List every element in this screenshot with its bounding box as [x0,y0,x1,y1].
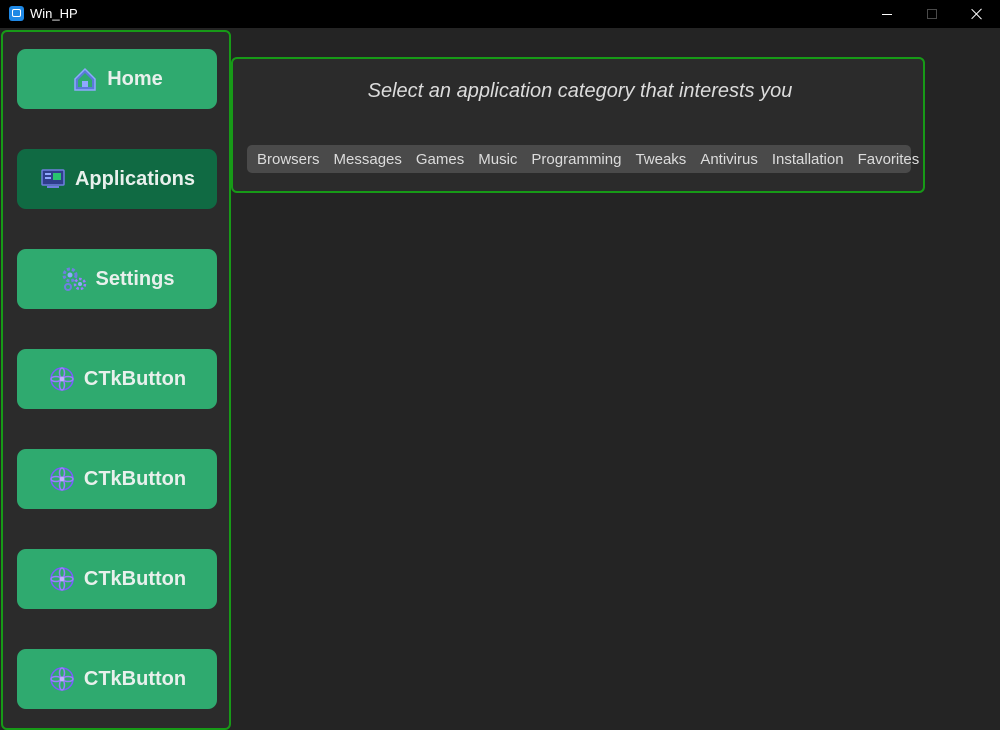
minimize-button[interactable] [864,0,910,28]
window-title: Win_HP [30,6,78,21]
category-segmented-button: Browsers Messages Games Music Programmin… [247,145,919,173]
maximize-button[interactable] [909,0,955,28]
sidebar-item-label: CTkButton [83,667,187,690]
sidebar-item-ctkbutton-1[interactable]: CTkButton [17,349,217,409]
category-messages[interactable]: Messages [327,151,409,168]
category-header-frame: Select an application category that inte… [231,57,925,193]
sidebar-item-label: Applications [74,167,195,190]
sidebar-item-label: Home [107,67,163,90]
category-antivirus[interactable]: Antivirus [693,151,765,168]
category-favorites[interactable]: Favorites [851,151,927,168]
flower-icon [48,665,76,693]
title-bar: Win_HP [0,0,1000,28]
category-music[interactable]: Music [471,151,524,168]
flower-icon [48,565,76,593]
sidebar-item-label: Settings [95,267,175,290]
minimize-icon [882,13,892,15]
sidebar-item-applications[interactable]: Applications [17,149,217,209]
settings-gears-icon [60,265,88,293]
sidebar-item-settings[interactable]: Settings [17,249,217,309]
sidebar-item-label: CTkButton [83,467,187,490]
category-tweaks[interactable]: Tweaks [628,151,693,168]
sidebar: Home Applications Settings CTkButton CTk… [1,30,231,730]
flower-icon [48,365,76,393]
close-icon [971,8,983,20]
close-button[interactable] [954,0,1000,28]
home-icon [71,65,99,93]
sidebar-item-ctkbutton-2[interactable]: CTkButton [17,449,217,509]
category-programming[interactable]: Programming [524,151,628,168]
category-games[interactable]: Games [409,151,471,168]
sidebar-item-home[interactable]: Home [17,49,217,109]
sidebar-item-ctkbutton-4[interactable]: CTkButton [17,649,217,709]
applications-icon [39,165,67,193]
category-installation[interactable]: Installation [765,151,851,168]
sidebar-item-label: CTkButton [83,567,187,590]
sidebar-item-ctkbutton-3[interactable]: CTkButton [17,549,217,609]
category-prompt: Select an application category that inte… [367,80,793,102]
sidebar-item-label: CTkButton [83,367,187,390]
flower-icon [48,465,76,493]
maximize-icon [927,9,937,19]
app-icon [9,6,24,21]
category-browsers[interactable]: Browsers [250,151,327,168]
